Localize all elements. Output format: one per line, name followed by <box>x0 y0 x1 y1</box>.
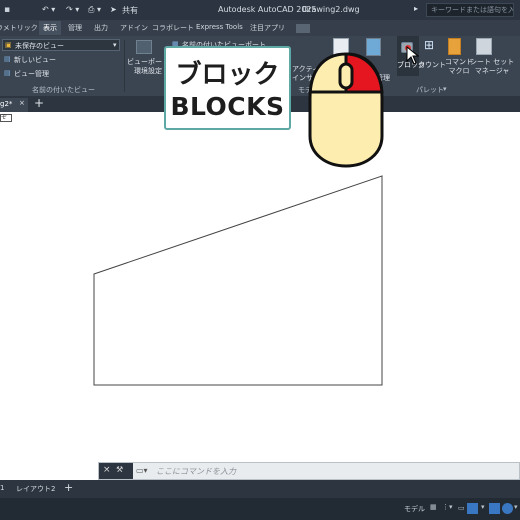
tab-output[interactable]: 出力 <box>94 23 108 33</box>
command-macro-button[interactable]: コマンド マクロ <box>445 58 473 76</box>
command-input[interactable]: ここにコマンドを入力 <box>156 466 236 477</box>
trapezoid-shape[interactable] <box>93 175 383 386</box>
named-views-panel-label: 名前の付いたビュー <box>32 86 95 94</box>
drawing-svg <box>93 175 383 386</box>
palette-chevron-icon[interactable]: ▾ <box>443 85 447 93</box>
mouse-wheel-icon <box>338 62 354 90</box>
isodraft-icon[interactable] <box>489 503 500 514</box>
count-icon: ⊞ <box>424 38 438 54</box>
viewport-config-icon[interactable] <box>136 40 152 54</box>
quick-access-save-icon[interactable]: ▪ <box>4 5 10 15</box>
tab-extra-icon[interactable] <box>296 24 310 33</box>
command-macro-icon <box>448 38 461 55</box>
undo-icon[interactable]: ↶ ▾ <box>42 5 55 14</box>
blocks-callout: ブロック BLOCKS <box>164 46 291 130</box>
views-dropdown[interactable]: ▣ 未保存のビュー ▾ <box>2 39 120 51</box>
palette-panel-label: パレット <box>416 86 444 94</box>
layout-tab-bar: 1 レイアウト2 + <box>0 480 520 498</box>
document-tab-label: g2* <box>0 100 13 108</box>
document-title: Drawing2.dwg <box>302 5 360 14</box>
polar-chevron-icon[interactable]: ▾ <box>481 503 485 511</box>
ortho-mode-icon[interactable] <box>467 503 478 514</box>
tab-manage[interactable]: 管理 <box>68 23 82 33</box>
panel-divider <box>124 40 125 92</box>
share-icon[interactable]: ➤ <box>110 5 117 14</box>
count-button[interactable]: カウント <box>418 60 446 70</box>
close-icon[interactable]: × <box>19 99 25 107</box>
title-bar: ▪ ↶ ▾ ↷ ▾ ⎙ ▾ ➤ 共有 Autodesk AutoCAD 2025… <box>0 0 520 20</box>
command-history-icon[interactable]: ▭▾ <box>136 466 148 475</box>
dynamic-input-icon[interactable]: ▭ <box>458 504 465 512</box>
layout-tab-1[interactable]: 1 <box>0 484 4 492</box>
autocad-window: ▪ ↶ ▾ ↷ ▾ ⎙ ▾ ➤ 共有 Autodesk AutoCAD 2025… <box>0 0 520 520</box>
grid-display-icon[interactable]: ▦ <box>430 503 437 511</box>
command-line: × ⚒ ▭▾ ここにコマンドを入力 <box>98 462 520 480</box>
new-view-button[interactable]: 新しいビュー <box>14 55 56 65</box>
model-space-toggle[interactable]: モデル <box>404 504 425 514</box>
share-label[interactable]: 共有 <box>122 5 138 16</box>
views-dropdown-value: 未保存のビュー <box>15 42 64 50</box>
wrench-icon[interactable]: ⚒ <box>116 465 123 474</box>
object-snap-icon[interactable] <box>502 503 513 514</box>
tab-view[interactable]: 表示 <box>39 21 61 35</box>
new-tab-button[interactable]: + <box>34 96 44 110</box>
mouse-illustration <box>308 52 384 168</box>
tab-featured-apps[interactable]: 注目アプリ <box>250 23 285 33</box>
status-bar: モデル ▦ ⋮▾ ▭ ▾ ▾ <box>0 498 520 520</box>
document-tab-drawing2[interactable]: g2* × <box>0 98 28 112</box>
view-manager-icon: ▤ <box>4 69 11 77</box>
view-manager-button[interactable]: ビュー管理 <box>14 69 49 79</box>
tab-addins[interactable]: アドイン <box>120 23 148 33</box>
callout-english-title: BLOCKS <box>170 92 285 121</box>
redo-icon[interactable]: ↷ ▾ <box>66 5 79 14</box>
drawing-canvas[interactable]: ぞ <box>0 112 520 462</box>
callout-japanese-title: ブロック <box>175 60 280 90</box>
search-input[interactable]: キーワードまたは語句を入力 <box>426 3 514 17</box>
close-command-icon[interactable]: × <box>103 465 111 475</box>
cursor-arrow-icon <box>406 46 420 65</box>
snap-mode-icon[interactable]: ⋮▾ <box>442 503 453 511</box>
status-chevron-icon[interactable]: ▾ <box>514 503 518 511</box>
tab-express-tools[interactable]: Express Tools <box>196 23 243 31</box>
viewport-config-button[interactable]: ビューポート 環境設定 <box>127 58 169 76</box>
print-icon[interactable]: ⎙ ▾ <box>88 5 101 15</box>
new-view-icon: ▤ <box>4 55 11 63</box>
chevron-down-icon: ▾ <box>113 41 117 49</box>
search-arrow-icon[interactable]: ▸ <box>414 4 418 13</box>
tab-collaborate[interactable]: コラボレート <box>152 23 194 33</box>
view-icon: ▣ <box>5 41 12 49</box>
command-line-tools: × ⚒ <box>99 463 133 479</box>
add-layout-button[interactable]: + <box>64 481 73 494</box>
sheet-set-manager-button[interactable]: シート セット マネージャ <box>470 58 514 76</box>
ribbon-tab-bar: ラメトリック 表示 管理 出力 アドイン コラボレート Express Tool… <box>0 20 520 36</box>
tab-parametric[interactable]: ラメトリック <box>0 23 38 33</box>
sheet-set-icon <box>476 38 492 55</box>
layout-tab-2[interactable]: レイアウト2 <box>16 484 55 494</box>
